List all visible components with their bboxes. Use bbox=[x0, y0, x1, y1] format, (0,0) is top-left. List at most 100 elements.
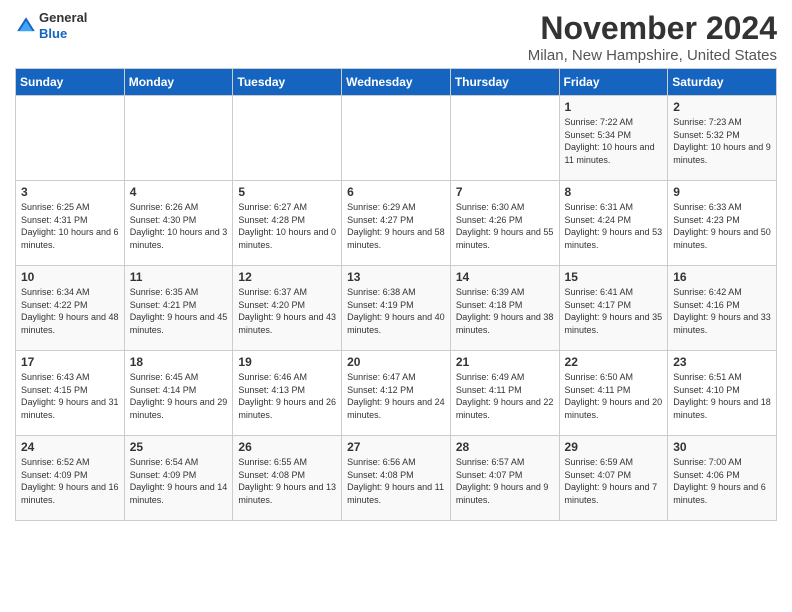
day-number: 16 bbox=[673, 270, 772, 284]
day-number: 5 bbox=[238, 185, 337, 199]
day-number: 2 bbox=[673, 100, 772, 114]
calendar-cell: 4Sunrise: 6:26 AM Sunset: 4:30 PM Daylig… bbox=[124, 181, 233, 266]
day-number: 6 bbox=[347, 185, 446, 199]
day-info: Sunrise: 6:50 AM Sunset: 4:11 PM Dayligh… bbox=[565, 371, 664, 421]
calendar-week-2: 3 Sunrise: 6:25 AM Sunset: 4:31 PM Daylig… bbox=[16, 181, 777, 266]
day-info: Sunrise: 6:55 AM Sunset: 4:08 PM Dayligh… bbox=[238, 456, 337, 506]
day-info: Sunrise: 6:57 AM Sunset: 4:07 PM Dayligh… bbox=[456, 456, 555, 506]
day-number: 1 bbox=[565, 100, 664, 114]
logo-blue: Blue bbox=[39, 26, 87, 42]
day-info: Sunrise: 6:26 AM Sunset: 4:30 PM Dayligh… bbox=[130, 201, 229, 251]
day-info: Sunrise: 6:30 AM Sunset: 4:26 PM Dayligh… bbox=[456, 201, 555, 251]
weekday-header-wednesday: Wednesday bbox=[342, 69, 451, 96]
calendar-cell: 6Sunrise: 6:29 AM Sunset: 4:27 PM Daylig… bbox=[342, 181, 451, 266]
calendar-cell: 28 Sunrise: 6:57 AM Sunset: 4:07 PM Dayli… bbox=[450, 436, 559, 521]
day-info: Sunrise: 6:52 AM Sunset: 4:09 PM Dayligh… bbox=[21, 456, 120, 506]
day-number: 27 bbox=[347, 440, 446, 454]
title-block: November 2024 Milan, New Hampshire, Unit… bbox=[528, 10, 777, 64]
calendar-cell: 24 Sunrise: 6:52 AM Sunset: 4:09 PM Dayli… bbox=[16, 436, 125, 521]
logo: General Blue bbox=[15, 10, 87, 41]
calendar-cell bbox=[450, 96, 559, 181]
day-info: Sunrise: 7:22 AM Sunset: 5:34 PM Dayligh… bbox=[565, 116, 664, 166]
calendar-cell: 1 Sunrise: 7:22 AM Sunset: 5:34 PM Daylig… bbox=[559, 96, 668, 181]
calendar-cell: 23 Sunrise: 6:51 AM Sunset: 4:10 PM Dayli… bbox=[668, 351, 777, 436]
day-number: 26 bbox=[238, 440, 337, 454]
calendar-cell: 14 Sunrise: 6:39 AM Sunset: 4:18 PM Dayli… bbox=[450, 266, 559, 351]
calendar-week-5: 24 Sunrise: 6:52 AM Sunset: 4:09 PM Dayli… bbox=[16, 436, 777, 521]
day-number: 28 bbox=[456, 440, 555, 454]
day-info: Sunrise: 6:37 AM Sunset: 4:20 PM Dayligh… bbox=[238, 286, 337, 336]
day-info: Sunrise: 6:54 AM Sunset: 4:09 PM Dayligh… bbox=[130, 456, 229, 506]
day-info: Sunrise: 7:23 AM Sunset: 5:32 PM Dayligh… bbox=[673, 116, 772, 166]
weekday-header-thursday: Thursday bbox=[450, 69, 559, 96]
location: Milan, New Hampshire, United States bbox=[528, 47, 777, 64]
day-info: Sunrise: 6:31 AM Sunset: 4:24 PM Dayligh… bbox=[565, 201, 664, 251]
day-info: Sunrise: 6:47 AM Sunset: 4:12 PM Dayligh… bbox=[347, 371, 446, 421]
calendar-cell: 27 Sunrise: 6:56 AM Sunset: 4:08 PM Dayli… bbox=[342, 436, 451, 521]
calendar-cell: 18Sunrise: 6:45 AM Sunset: 4:14 PM Dayli… bbox=[124, 351, 233, 436]
day-info: Sunrise: 6:25 AM Sunset: 4:31 PM Dayligh… bbox=[21, 201, 120, 251]
day-info: Sunrise: 6:51 AM Sunset: 4:10 PM Dayligh… bbox=[673, 371, 772, 421]
calendar-cell: 15 Sunrise: 6:41 AM Sunset: 4:17 PM Dayli… bbox=[559, 266, 668, 351]
calendar-week-1: 1 Sunrise: 7:22 AM Sunset: 5:34 PM Daylig… bbox=[16, 96, 777, 181]
day-info: Sunrise: 6:49 AM Sunset: 4:11 PM Dayligh… bbox=[456, 371, 555, 421]
day-number: 8 bbox=[565, 185, 664, 199]
calendar-cell: 30Sunrise: 7:00 AM Sunset: 4:06 PM Dayli… bbox=[668, 436, 777, 521]
calendar-week-4: 17 Sunrise: 6:43 AM Sunset: 4:15 PM Dayli… bbox=[16, 351, 777, 436]
weekday-header-monday: Monday bbox=[124, 69, 233, 96]
weekday-header-saturday: Saturday bbox=[668, 69, 777, 96]
day-number: 29 bbox=[565, 440, 664, 454]
day-number: 25 bbox=[130, 440, 229, 454]
calendar-cell: 21 Sunrise: 6:49 AM Sunset: 4:11 PM Dayli… bbox=[450, 351, 559, 436]
day-info: Sunrise: 6:59 AM Sunset: 4:07 PM Dayligh… bbox=[565, 456, 664, 506]
calendar-cell: 5 Sunrise: 6:27 AM Sunset: 4:28 PM Daylig… bbox=[233, 181, 342, 266]
calendar-cell: 22Sunrise: 6:50 AM Sunset: 4:11 PM Dayli… bbox=[559, 351, 668, 436]
calendar-cell: 13Sunrise: 6:38 AM Sunset: 4:19 PM Dayli… bbox=[342, 266, 451, 351]
day-number: 14 bbox=[456, 270, 555, 284]
day-number: 18 bbox=[130, 355, 229, 369]
weekday-header-friday: Friday bbox=[559, 69, 668, 96]
calendar-cell: 12 Sunrise: 6:37 AM Sunset: 4:20 PM Dayli… bbox=[233, 266, 342, 351]
calendar-table: SundayMondayTuesdayWednesdayThursdayFrid… bbox=[15, 68, 777, 521]
page-header: General Blue November 2024 Milan, New Ha… bbox=[15, 10, 777, 64]
day-info: Sunrise: 6:34 AM Sunset: 4:22 PM Dayligh… bbox=[21, 286, 120, 336]
calendar-cell: 26 Sunrise: 6:55 AM Sunset: 4:08 PM Dayli… bbox=[233, 436, 342, 521]
day-number: 24 bbox=[21, 440, 120, 454]
calendar-cell: 17 Sunrise: 6:43 AM Sunset: 4:15 PM Dayli… bbox=[16, 351, 125, 436]
calendar-cell: 29 Sunrise: 6:59 AM Sunset: 4:07 PM Dayli… bbox=[559, 436, 668, 521]
day-info: Sunrise: 6:27 AM Sunset: 4:28 PM Dayligh… bbox=[238, 201, 337, 251]
weekday-header-row: SundayMondayTuesdayWednesdayThursdayFrid… bbox=[16, 69, 777, 96]
calendar-cell bbox=[124, 96, 233, 181]
calendar-cell: 25 Sunrise: 6:54 AM Sunset: 4:09 PM Dayli… bbox=[124, 436, 233, 521]
day-number: 10 bbox=[21, 270, 120, 284]
day-number: 15 bbox=[565, 270, 664, 284]
day-number: 12 bbox=[238, 270, 337, 284]
day-number: 3 bbox=[21, 185, 120, 199]
day-info: Sunrise: 6:42 AM Sunset: 4:16 PM Dayligh… bbox=[673, 286, 772, 336]
day-info: Sunrise: 7:00 AM Sunset: 4:06 PM Dayligh… bbox=[673, 456, 772, 506]
calendar-cell: 20Sunrise: 6:47 AM Sunset: 4:12 PM Dayli… bbox=[342, 351, 451, 436]
day-info: Sunrise: 6:35 AM Sunset: 4:21 PM Dayligh… bbox=[130, 286, 229, 336]
logo-general: General bbox=[39, 10, 87, 26]
calendar-cell: 7 Sunrise: 6:30 AM Sunset: 4:26 PM Daylig… bbox=[450, 181, 559, 266]
day-info: Sunrise: 6:39 AM Sunset: 4:18 PM Dayligh… bbox=[456, 286, 555, 336]
day-number: 23 bbox=[673, 355, 772, 369]
day-number: 19 bbox=[238, 355, 337, 369]
day-number: 7 bbox=[456, 185, 555, 199]
day-info: Sunrise: 6:38 AM Sunset: 4:19 PM Dayligh… bbox=[347, 286, 446, 336]
calendar-cell bbox=[342, 96, 451, 181]
day-number: 21 bbox=[456, 355, 555, 369]
calendar-body: 1 Sunrise: 7:22 AM Sunset: 5:34 PM Daylig… bbox=[16, 96, 777, 521]
day-info: Sunrise: 6:43 AM Sunset: 4:15 PM Dayligh… bbox=[21, 371, 120, 421]
day-number: 11 bbox=[130, 270, 229, 284]
calendar-cell: 9Sunrise: 6:33 AM Sunset: 4:23 PM Daylig… bbox=[668, 181, 777, 266]
day-number: 17 bbox=[21, 355, 120, 369]
calendar-cell bbox=[16, 96, 125, 181]
day-number: 9 bbox=[673, 185, 772, 199]
day-info: Sunrise: 6:41 AM Sunset: 4:17 PM Dayligh… bbox=[565, 286, 664, 336]
logo-icon bbox=[15, 15, 37, 37]
calendar-cell: 19Sunrise: 6:46 AM Sunset: 4:13 PM Dayli… bbox=[233, 351, 342, 436]
calendar-cell: 10 Sunrise: 6:34 AM Sunset: 4:22 PM Dayli… bbox=[16, 266, 125, 351]
day-info: Sunrise: 6:56 AM Sunset: 4:08 PM Dayligh… bbox=[347, 456, 446, 506]
calendar-cell: 3 Sunrise: 6:25 AM Sunset: 4:31 PM Daylig… bbox=[16, 181, 125, 266]
